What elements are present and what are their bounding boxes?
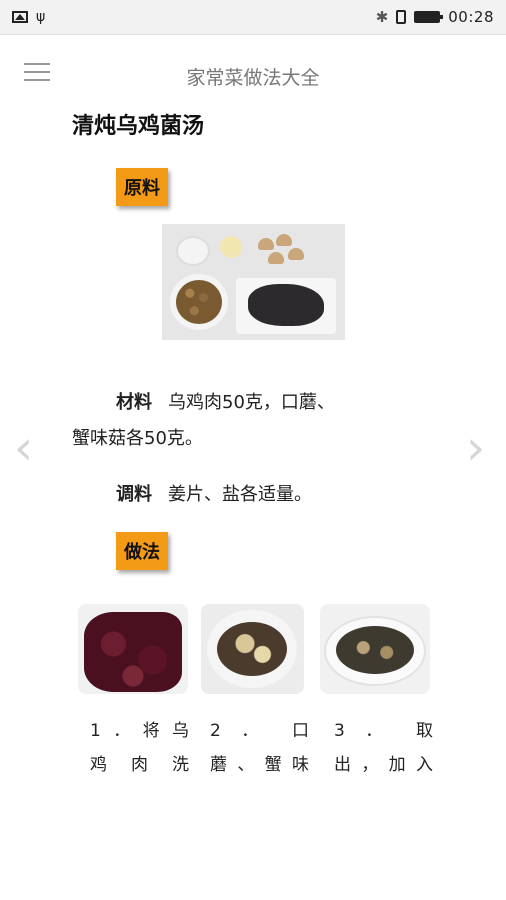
- step-2-line-1: 2 ． 口: [210, 721, 310, 741]
- recipe-title: 清炖乌鸡菌汤: [72, 114, 205, 139]
- step-3-photo[interactable]: [320, 604, 430, 694]
- previous-page-arrow-icon[interactable]: ‹: [14, 420, 33, 476]
- image-icon: [12, 11, 28, 23]
- bluetooth-icon: ✱: [375, 8, 389, 26]
- materials-label: 材料: [116, 392, 152, 413]
- status-time: 00:28: [448, 8, 494, 26]
- ingredients-photo: [162, 224, 345, 340]
- step-1-line-2: 鸡 肉 洗: [90, 755, 190, 775]
- step-1-line-1: 1．将乌: [90, 721, 190, 741]
- step-3-line-1: 3 ． 取: [334, 721, 434, 741]
- ingredients-tag: 原料: [116, 168, 168, 206]
- seasoning-text: 姜片、盐各适量。: [168, 484, 312, 505]
- battery-icon: [414, 11, 444, 23]
- next-page-arrow-icon[interactable]: ›: [466, 420, 485, 476]
- step-2-photo[interactable]: [201, 604, 304, 694]
- status-bar: ψ ✱ 00:28: [0, 0, 506, 35]
- seasoning-label: 调料: [116, 484, 152, 505]
- step-2-line-2: 蘑、蟹味: [210, 755, 310, 775]
- method-tag: 做法: [116, 532, 168, 570]
- materials-line-1: 材料 乌鸡肉50克，口蘑、: [72, 386, 402, 420]
- seasoning-line: 调料 姜片、盐各适量。: [72, 478, 312, 512]
- step-3-line-2: 出，加入: [334, 755, 434, 775]
- step-3-text[interactable]: 3 ． 取 出，加入: [334, 714, 434, 782]
- usb-icon: ψ: [36, 9, 46, 25]
- sim-icon: [396, 10, 407, 24]
- step-1-text[interactable]: 1．将乌 鸡 肉 洗: [90, 714, 190, 782]
- step-2-text[interactable]: 2 ． 口 蘑、蟹味: [210, 714, 310, 782]
- app-header: 家常菜做法大全: [0, 35, 506, 105]
- app-title: 家常菜做法大全: [186, 67, 320, 89]
- materials-text-1: 乌鸡肉50克，口蘑、: [168, 392, 335, 413]
- materials-line-2: 蟹味菇各50克。: [72, 428, 203, 449]
- step-1-photo[interactable]: [78, 604, 188, 694]
